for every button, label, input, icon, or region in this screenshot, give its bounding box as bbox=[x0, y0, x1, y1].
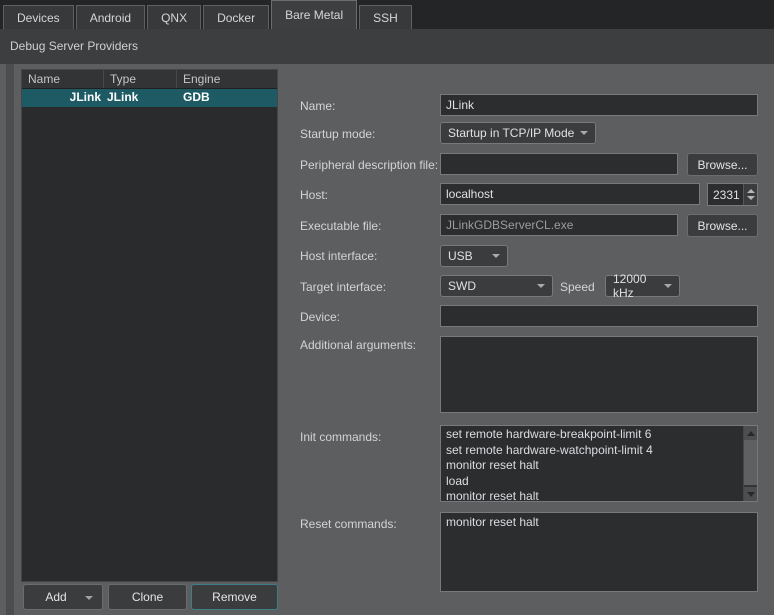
name-label: Name: bbox=[300, 99, 335, 113]
speed-combo[interactable]: 12000 kHz bbox=[605, 275, 680, 297]
init-command-line: monitor reset halt bbox=[446, 489, 741, 502]
tab-ssh[interactable]: SSH bbox=[359, 5, 412, 29]
add-button[interactable]: Add bbox=[23, 584, 103, 610]
peripheral-browse-button[interactable]: Browse... bbox=[687, 153, 758, 176]
executable-browse-label: Browse... bbox=[697, 219, 747, 233]
page-title: Debug Server Providers bbox=[10, 39, 138, 53]
scroll-up-button[interactable] bbox=[744, 426, 757, 440]
speed-value: 12000 kHz bbox=[613, 272, 664, 300]
spin-arrows bbox=[743, 184, 757, 205]
startup-mode-value: Startup in TCP/IP Mode bbox=[448, 126, 574, 140]
tab-android-label: Android bbox=[90, 11, 131, 25]
executable-browse-button[interactable]: Browse... bbox=[687, 214, 758, 237]
init-command-line: set remote hardware-watchpoint-limit 4 bbox=[446, 443, 741, 459]
tab-bar: Devices Android QNX Docker Bare Metal SS… bbox=[0, 0, 774, 29]
scroll-down-button[interactable] bbox=[744, 487, 757, 501]
init-commands-scrollbar[interactable] bbox=[743, 426, 757, 501]
additional-arguments-textarea[interactable] bbox=[440, 336, 758, 413]
tab-devices[interactable]: Devices bbox=[3, 5, 74, 29]
device-input[interactable] bbox=[440, 305, 758, 327]
left-gutter bbox=[6, 64, 14, 615]
reset-commands-textarea[interactable]: monitor reset halt bbox=[440, 512, 758, 592]
startup-mode-label: Startup mode: bbox=[300, 127, 375, 141]
spin-down-icon[interactable] bbox=[747, 196, 755, 200]
executable-input[interactable] bbox=[440, 214, 678, 236]
tab-bare-metal-label: Bare Metal bbox=[285, 8, 343, 22]
peripheral-file-input[interactable] bbox=[440, 153, 678, 175]
cell-type: JLink bbox=[104, 89, 177, 107]
chevron-down-icon bbox=[580, 131, 588, 135]
cell-engine: GDB bbox=[177, 89, 277, 107]
init-commands-label: Init commands: bbox=[300, 430, 381, 444]
tab-qnx[interactable]: QNX bbox=[147, 5, 201, 29]
table-header: Name Type Engine bbox=[22, 70, 277, 89]
add-button-label: Add bbox=[45, 590, 66, 604]
peripheral-file-label: Peripheral description file: bbox=[300, 158, 438, 172]
scroll-down-icon bbox=[747, 492, 755, 497]
tab-devices-label: Devices bbox=[17, 11, 60, 25]
port-value: 2331 bbox=[713, 188, 740, 202]
chevron-down-icon bbox=[537, 284, 545, 288]
group-strip: Debug Server Providers bbox=[0, 29, 774, 64]
port-spinbox[interactable]: 2331 bbox=[707, 183, 758, 206]
scroll-up-icon bbox=[747, 431, 755, 436]
speed-label: Speed bbox=[560, 280, 595, 294]
clone-button-label: Clone bbox=[132, 590, 163, 604]
init-command-line: set remote hardware-breakpoint-limit 6 bbox=[446, 427, 741, 443]
column-header-name[interactable]: Name bbox=[22, 70, 104, 88]
peripheral-browse-label: Browse... bbox=[697, 158, 747, 172]
clone-button[interactable]: Clone bbox=[108, 584, 187, 610]
column-header-type[interactable]: Type bbox=[104, 70, 177, 88]
host-input[interactable] bbox=[440, 183, 700, 205]
chevron-down-icon bbox=[492, 254, 500, 258]
target-interface-label: Target interface: bbox=[300, 280, 386, 294]
add-dropdown-arrow-icon bbox=[85, 596, 93, 600]
scrollbar-thumb[interactable] bbox=[744, 440, 757, 485]
executable-label: Executable file: bbox=[300, 219, 381, 233]
host-interface-label: Host interface: bbox=[300, 249, 377, 263]
name-input[interactable] bbox=[440, 94, 758, 116]
host-interface-value: USB bbox=[448, 249, 473, 263]
tab-docker-label: Docker bbox=[217, 11, 255, 25]
tab-docker[interactable]: Docker bbox=[203, 5, 269, 29]
remove-button[interactable]: Remove bbox=[191, 584, 278, 610]
tab-qnx-label: QNX bbox=[161, 11, 187, 25]
init-command-line: load bbox=[446, 474, 741, 490]
table-row[interactable]: JLink JLink GDB bbox=[22, 89, 277, 107]
init-commands-text: set remote hardware-breakpoint-limit 6 s… bbox=[446, 427, 741, 502]
chevron-down-icon bbox=[664, 284, 672, 288]
host-label: Host: bbox=[300, 188, 328, 202]
target-interface-value: SWD bbox=[448, 279, 476, 293]
init-command-line: monitor reset halt bbox=[446, 458, 741, 474]
remove-button-label: Remove bbox=[212, 590, 257, 604]
cell-name: JLink bbox=[22, 89, 104, 107]
column-header-engine[interactable]: Engine bbox=[177, 70, 277, 88]
tab-ssh-label: SSH bbox=[373, 11, 398, 25]
target-interface-combo[interactable]: SWD bbox=[440, 275, 553, 297]
tab-android[interactable]: Android bbox=[76, 5, 145, 29]
device-label: Device: bbox=[300, 310, 340, 324]
reset-commands-label: Reset commands: bbox=[300, 517, 397, 531]
host-interface-combo[interactable]: USB bbox=[440, 245, 508, 267]
additional-arguments-label: Additional arguments: bbox=[300, 338, 416, 352]
startup-mode-combo[interactable]: Startup in TCP/IP Mode bbox=[440, 122, 596, 144]
tab-bare-metal[interactable]: Bare Metal bbox=[271, 0, 357, 29]
init-commands-textarea[interactable]: set remote hardware-breakpoint-limit 6 s… bbox=[440, 425, 758, 502]
spin-up-icon[interactable] bbox=[747, 189, 755, 193]
providers-table: Name Type Engine JLink JLink GDB bbox=[21, 69, 278, 582]
